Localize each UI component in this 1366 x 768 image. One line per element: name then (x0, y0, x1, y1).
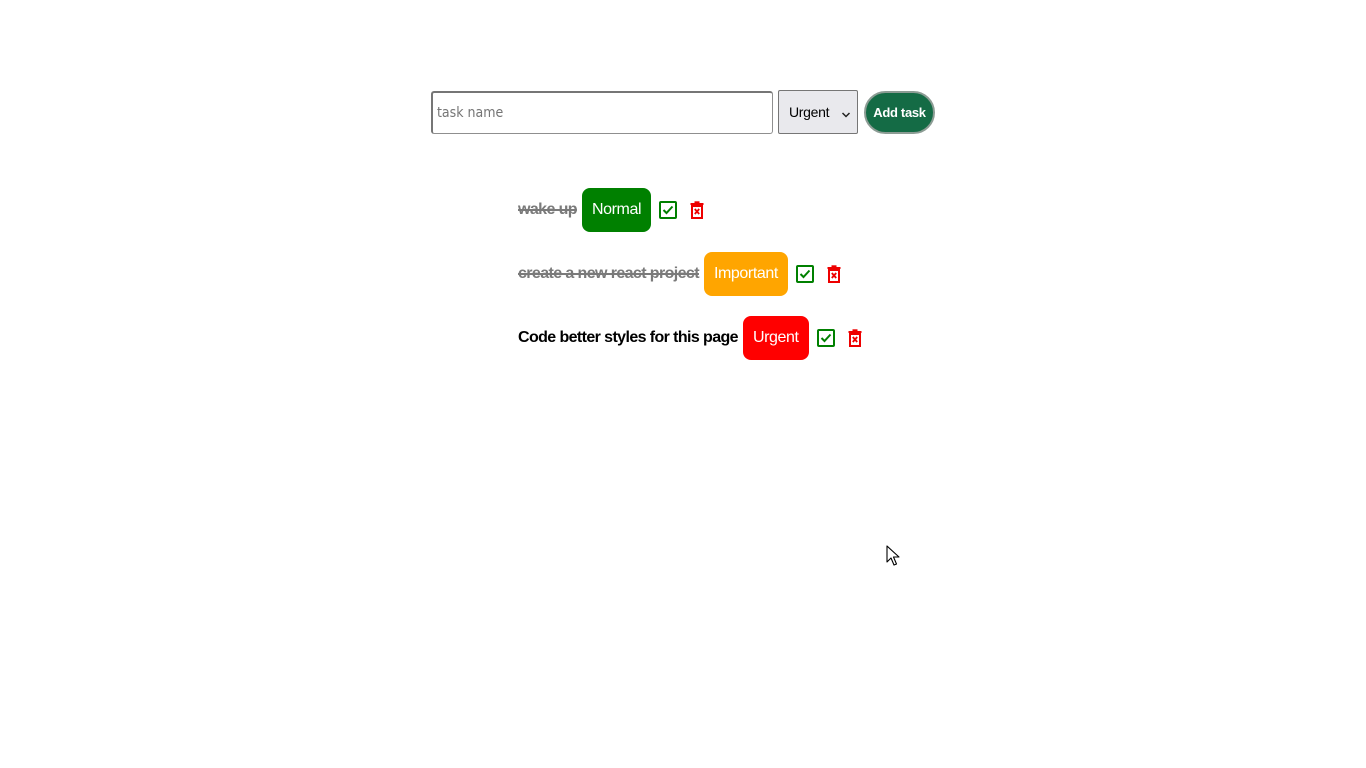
priority-select[interactable]: Urgent (778, 90, 858, 134)
trash-x-icon[interactable] (687, 200, 707, 220)
task-name: Code better styles for this page (518, 329, 739, 346)
chevron-down-icon (841, 107, 851, 118)
task-list: wake up Normal create a new react projec… (518, 188, 865, 380)
todo-page: Urgent Add task wake up Normal create a … (0, 0, 1366, 768)
task-name: create a new react project (518, 265, 700, 282)
mouse-cursor-icon (886, 545, 900, 567)
check-square-icon[interactable] (658, 200, 678, 220)
task-name: wake up (518, 201, 578, 218)
priority-select-value: Urgent (789, 104, 830, 120)
add-task-form: Urgent Add task (431, 90, 935, 134)
check-square-icon[interactable] (795, 264, 815, 284)
priority-badge: Normal (581, 188, 652, 232)
task-item: Code better styles for this page Urgent (518, 316, 865, 360)
task-item: create a new react project Important (518, 252, 865, 296)
task-item: wake up Normal (518, 188, 865, 232)
add-task-button[interactable]: Add task (864, 90, 935, 134)
priority-badge: Urgent (742, 316, 809, 360)
check-square-icon[interactable] (816, 328, 836, 348)
trash-x-icon[interactable] (824, 264, 844, 284)
task-name-input[interactable] (431, 90, 773, 134)
priority-badge: Important (703, 252, 788, 296)
trash-x-icon[interactable] (845, 328, 865, 348)
